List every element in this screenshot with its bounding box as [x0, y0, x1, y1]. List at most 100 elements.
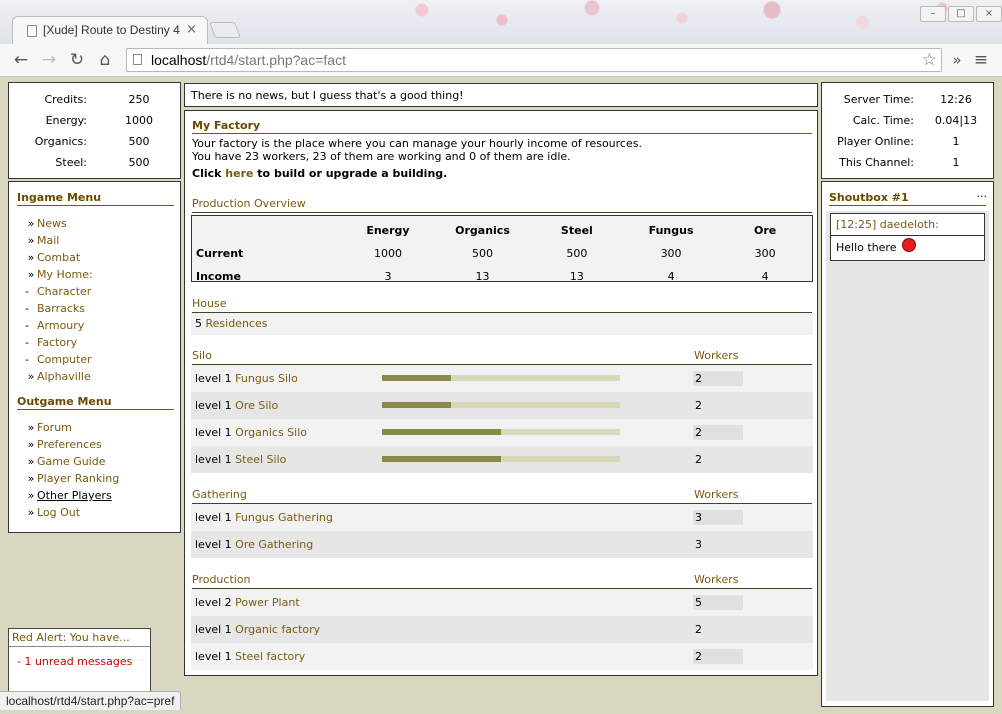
workers-input[interactable]: 2	[693, 452, 743, 467]
menu-link[interactable]: Computer	[37, 353, 92, 366]
silo-workers-label: Workers	[694, 349, 739, 362]
workers-input[interactable]: 2	[693, 649, 743, 664]
menu-link[interactable]: News	[37, 217, 67, 230]
building-level: level 1	[195, 453, 232, 466]
workers-input[interactable]: 2	[693, 371, 743, 386]
building-label: level 1 Steel Silo	[195, 446, 286, 473]
maximize-button[interactable]: □	[948, 6, 974, 22]
server-info-panel: Server Time: 12:26 Calc. Time: 0.04|13 Playe…	[821, 82, 994, 179]
new-tab-button[interactable]	[209, 22, 241, 38]
table-cell: 1000	[373, 247, 402, 260]
building-link[interactable]: Ore Gathering	[235, 538, 313, 551]
capacity-bar	[382, 429, 620, 435]
menu-link[interactable]: Mail	[37, 234, 59, 247]
build-here-link[interactable]: here	[225, 167, 253, 180]
resource-value: 500	[128, 156, 150, 169]
address-bar[interactable]: localhost/rtd4/start.php?ac=fact ☆	[126, 48, 942, 72]
column-header: Fungus	[648, 224, 694, 237]
menu-link[interactable]: Factory	[37, 336, 77, 349]
menu-item-game-guide[interactable]: » Game Guide	[25, 453, 175, 470]
table-cell: 4	[667, 270, 675, 283]
menu-item-combat[interactable]: » Combat	[25, 249, 175, 266]
menu-link[interactable]: Combat	[37, 251, 80, 264]
workers-input[interactable]: 2	[693, 398, 743, 413]
shoutbox-body: [12:25] daedeloth: Hello there	[826, 211, 989, 701]
menu-item-other-players[interactable]: » Other Players	[25, 487, 175, 504]
minimize-button[interactable]: –	[920, 6, 946, 22]
forward-arrow-icon[interactable]: →	[38, 49, 60, 71]
resources-panel: Credits: 250 Energy: 1000 Organics: 500 Steel:…	[8, 82, 181, 179]
menu-link[interactable]: Barracks	[37, 302, 85, 315]
unread-messages-link[interactable]: - 1 unread messages	[17, 655, 132, 668]
building-link[interactable]: Organic factory	[235, 623, 320, 636]
residences-link[interactable]: Residences	[206, 317, 268, 330]
row-label: Income	[196, 270, 241, 283]
home-icon[interactable]: ⌂	[94, 49, 116, 71]
menu-link[interactable]: Other Players	[37, 489, 112, 502]
red-alert-panel: Red Alert: You have... - 1 unread messag…	[8, 628, 151, 698]
server-info-value: 12:26	[940, 93, 972, 106]
building-row: level 1 Organic factory 2	[191, 616, 813, 643]
bullet-icon: -	[25, 319, 29, 332]
menu-item-alphaville[interactable]: » Alphaville	[25, 368, 175, 385]
menu-item-my-home[interactable]: » My Home:	[25, 266, 175, 283]
bookmark-star-icon[interactable]: ☆	[922, 50, 937, 70]
menu-icon[interactable]: ≡	[970, 49, 992, 71]
server-info-value: 1	[952, 156, 960, 169]
menu-item-preferences[interactable]: » Preferences	[25, 436, 175, 453]
menu-link[interactable]: Alphaville	[37, 370, 91, 383]
menu-link[interactable]: My Home:	[37, 268, 93, 281]
page-content: Credits: 250 Energy: 1000 Organics: 500 Steel:…	[0, 77, 1002, 714]
resource-value: 250	[128, 93, 150, 106]
menu-link[interactable]: Game Guide	[37, 455, 106, 468]
menu-item-log-out[interactable]: » Log Out	[25, 504, 175, 521]
building-link[interactable]: Ore Silo	[235, 399, 278, 412]
building-link[interactable]: Fungus Gathering	[235, 511, 333, 524]
building-row: level 1 Organics Silo 2	[191, 419, 813, 446]
extensions-chevron-icon[interactable]: »	[946, 49, 968, 71]
browser-tab[interactable]: [Xude] Route to Destiny 4 ×	[12, 16, 208, 44]
menu-item-barracks[interactable]: - Barracks	[25, 300, 175, 317]
back-arrow-icon[interactable]: ←	[10, 49, 32, 71]
table-cell: 500	[566, 247, 588, 260]
menu-item-armoury[interactable]: - Armoury	[25, 317, 175, 334]
menu-item-player-ranking[interactable]: » Player Ranking	[25, 470, 175, 487]
reload-icon[interactable]: ↻	[66, 49, 88, 71]
bullet-icon: -	[25, 353, 29, 366]
close-tab-icon[interactable]: ×	[186, 22, 197, 37]
building-label: level 2 Power Plant	[195, 589, 300, 616]
building-link[interactable]: Fungus Silo	[235, 372, 298, 385]
workers-input[interactable]: 2	[693, 425, 743, 440]
menu-link[interactable]: Log Out	[37, 506, 80, 519]
building-link[interactable]: Steel Silo	[235, 453, 286, 466]
menu-item-mail[interactable]: » Mail	[25, 232, 175, 249]
shout-text: Hello there	[836, 241, 897, 254]
column-header: Organics	[455, 224, 510, 237]
menu-item-factory[interactable]: - Factory	[25, 334, 175, 351]
menu-link[interactable]: Armoury	[37, 319, 84, 332]
menu-link[interactable]: Preferences	[37, 438, 102, 451]
bullet-icon: »	[27, 421, 35, 434]
production-overview-title: Production Overview	[192, 197, 812, 213]
building-label: level 1 Ore Gathering	[195, 531, 313, 558]
workers-input[interactable]: 3	[693, 510, 743, 525]
building-link[interactable]: Steel factory	[235, 650, 305, 663]
menu-link[interactable]: Character	[37, 285, 91, 298]
workers-input[interactable]: 3	[693, 537, 743, 552]
table-cell: 13	[475, 270, 490, 283]
resource-label: Steel:	[55, 156, 87, 169]
workers-input[interactable]: 2	[693, 622, 743, 637]
workers-input[interactable]: 5	[693, 595, 743, 610]
shoutbox-more-button[interactable]: ...	[977, 187, 988, 200]
menu-item-news[interactable]: » News	[25, 215, 175, 232]
menu-link[interactable]: Forum	[37, 421, 72, 434]
building-level: level 1	[195, 399, 232, 412]
building-link[interactable]: Organics Silo	[235, 426, 307, 439]
menu-link[interactable]: Player Ranking	[37, 472, 119, 485]
building-link[interactable]: Power Plant	[235, 596, 299, 609]
menu-item-computer[interactable]: - Computer	[25, 351, 175, 368]
window-close-button[interactable]: ×	[976, 6, 1002, 22]
menu-item-character[interactable]: - Character	[25, 283, 175, 300]
server-info-label: Player Online:	[837, 135, 914, 148]
menu-item-forum[interactable]: » Forum	[25, 419, 175, 436]
